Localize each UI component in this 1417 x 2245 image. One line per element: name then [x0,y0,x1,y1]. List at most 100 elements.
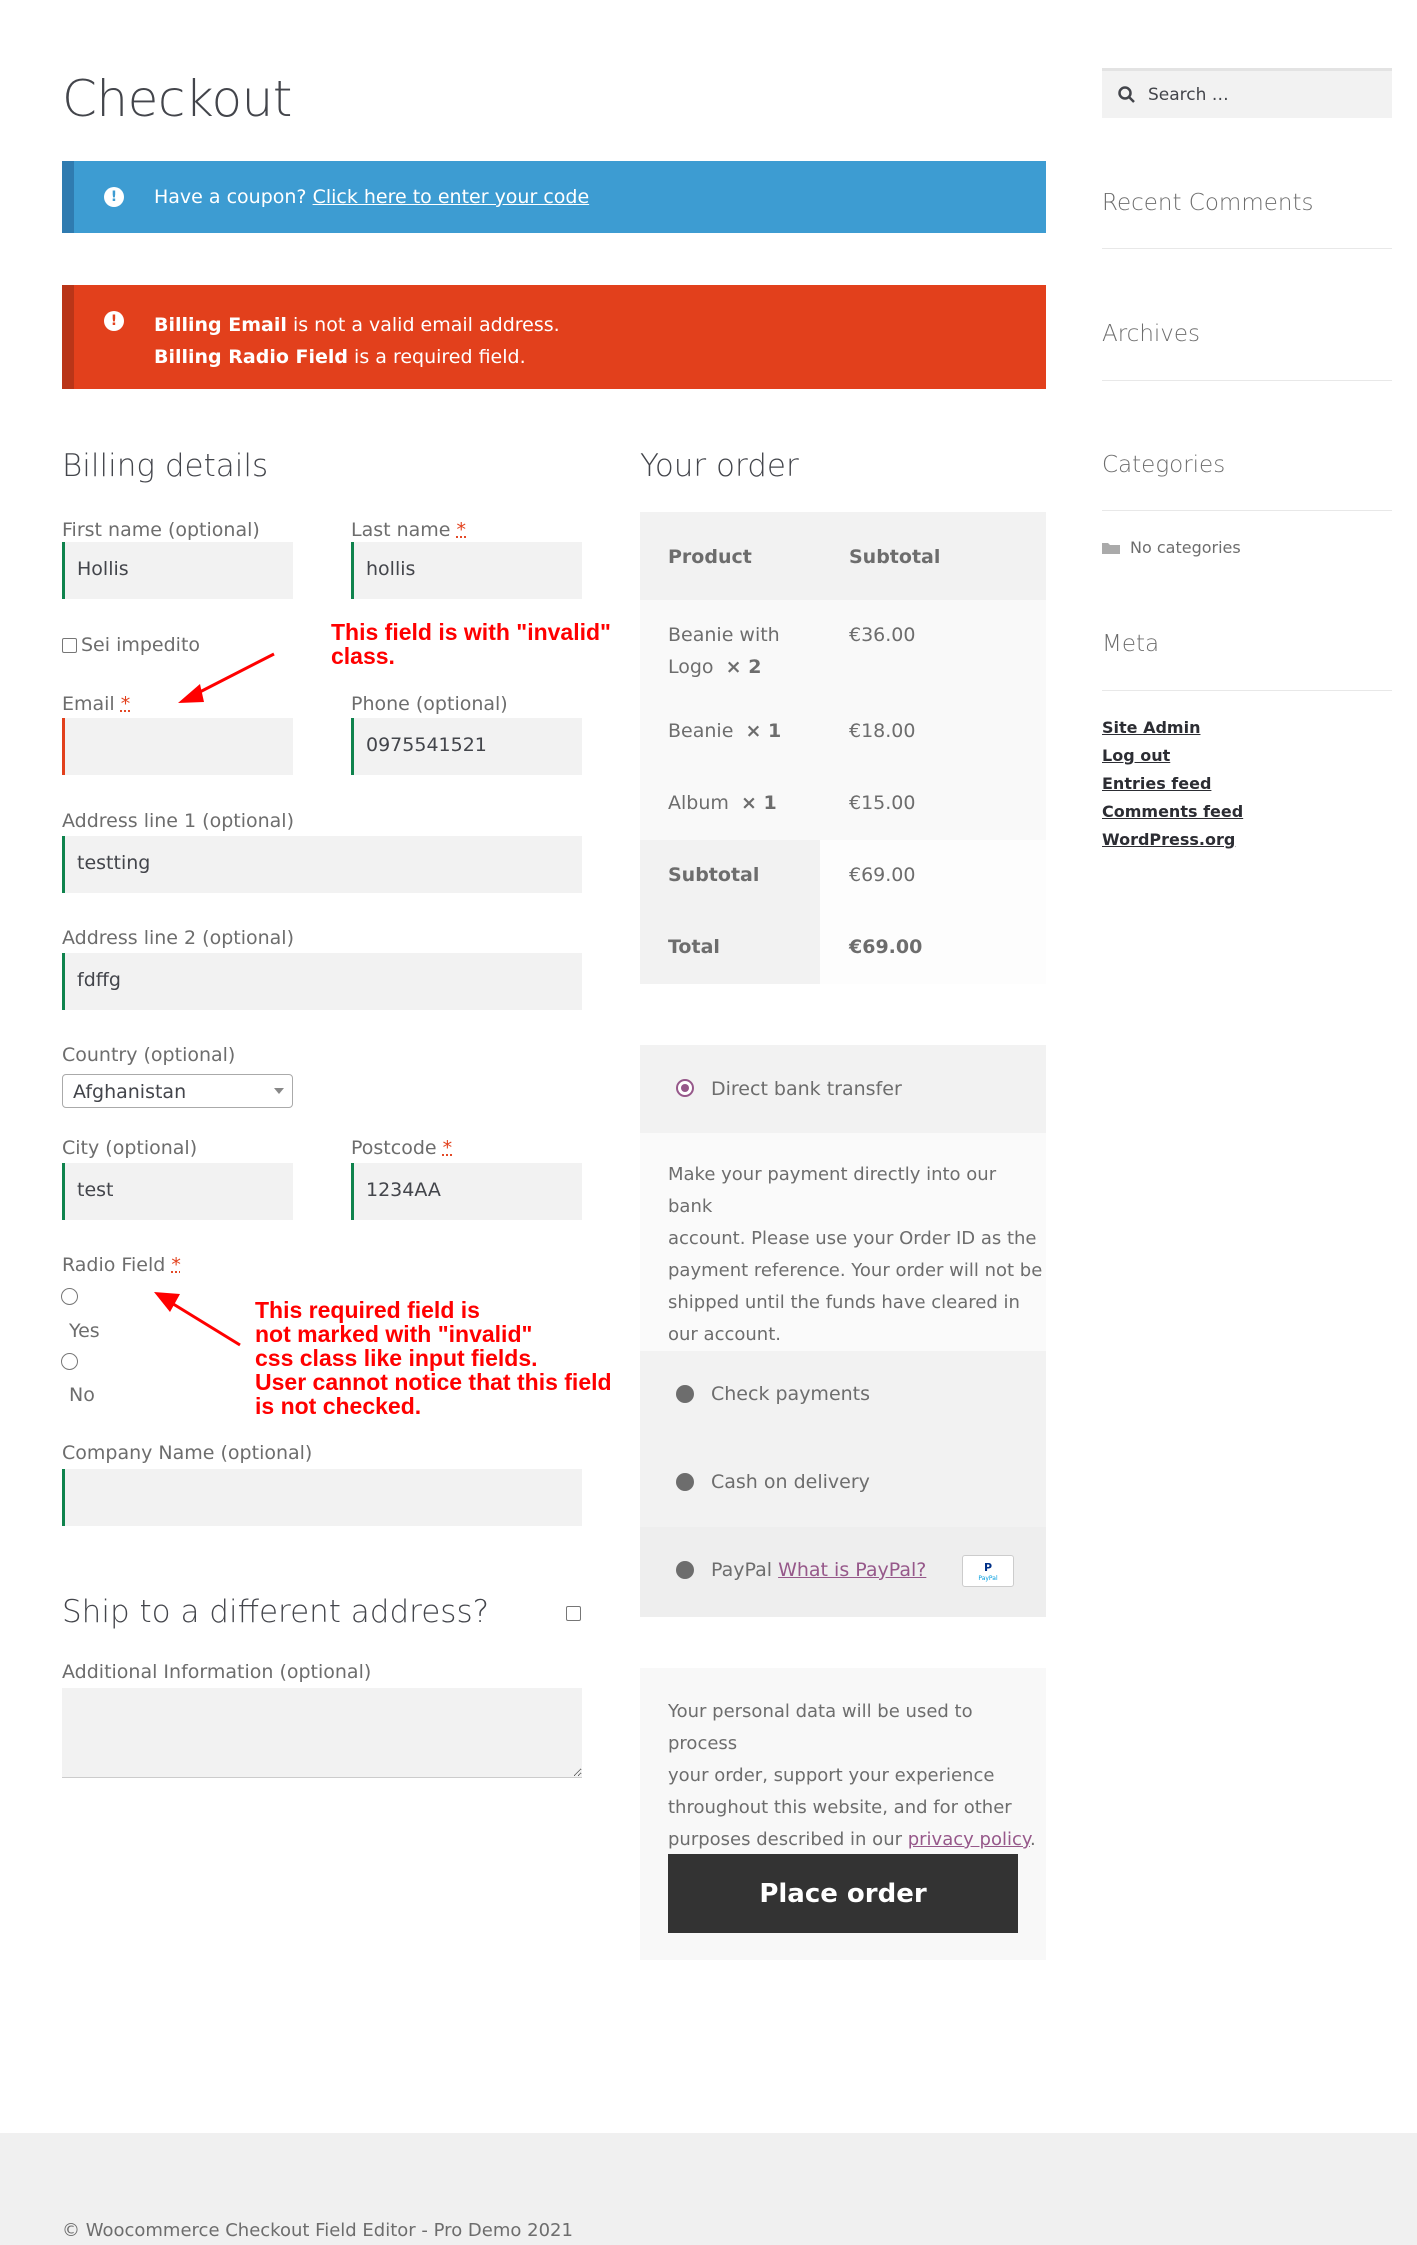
page-title: Checkout [62,70,292,128]
item-name-line2: Logo × 2 [668,656,762,678]
error-icon: ! [104,311,124,331]
ship-different-heading: Ship to a different address? [62,1594,490,1630]
meta-link-log-out[interactable]: Log out [1102,746,1170,765]
subtotal-value: €69.00 [849,864,916,886]
col-subtotal: Subtotal [849,546,941,568]
radio-selected-icon[interactable] [676,1079,694,1097]
total-label: Total [668,936,720,958]
divider [1102,690,1392,691]
address2-input[interactable]: fdffg [62,953,582,1010]
billing-heading: Billing details [62,448,269,484]
item-name: Album × 1 [668,792,777,814]
privacy-policy-link[interactable]: privacy policy [908,1829,1030,1850]
what-is-paypal-link[interactable]: What is PayPal? [778,1559,926,1581]
divider [1102,510,1392,511]
annotation-email: This field is with "invalid" class. [331,619,611,669]
place-order-box: Your personal data will be used to proce… [640,1668,1046,1960]
sei-impedito-checkbox[interactable] [62,637,77,653]
company-input[interactable] [62,1469,582,1526]
divider [1102,248,1392,249]
annotation-radio: This required field is not marked with "… [255,1297,612,1419]
ship-different-checkbox[interactable] [566,1606,581,1621]
no-categories-row: No categories [1102,538,1241,557]
order-item-row: Beanie with Logo × 2 €36.00 [640,600,1046,696]
categories-heading: Categories [1102,452,1226,478]
coupon-text: Have a coupon? [154,186,307,208]
no-categories-text: No categories [1130,538,1241,557]
payment-option-check[interactable]: Check payments [640,1351,1046,1439]
error-line-radio: Billing Radio Field is a required field. [154,346,526,368]
first-name-input[interactable]: Hollis [62,542,293,599]
svg-text:P: P [984,1561,992,1574]
error-notice: ! Billing Email is not a valid email add… [62,285,1046,389]
country-label: Country (optional) [62,1044,236,1066]
additional-info-label: Additional Information (optional) [62,1661,372,1683]
address1-label: Address line 1 (optional) [62,810,294,832]
payment-option-bank[interactable]: Direct bank transfer [640,1045,1046,1133]
phone-input[interactable]: 0975541521 [351,718,582,775]
order-header-row: Product Subtotal [640,512,1046,600]
coupon-link[interactable]: Click here to enter your code [313,186,590,208]
info-icon: ! [104,187,124,207]
address1-input[interactable]: testting [62,836,582,893]
paypal-logo-icon: P PayPal [962,1555,1014,1587]
privacy-text: Your personal data will be used to proce… [668,1701,1036,1850]
subtotal-label: Subtotal [668,864,760,886]
radio-no-label: No [69,1384,95,1406]
first-name-label: First name (optional) [62,519,260,541]
postcode-label: Postcode * [351,1137,453,1159]
last-name-input[interactable]: hollis [351,542,582,599]
order-heading: Your order [640,448,799,484]
city-input[interactable]: test [62,1163,293,1220]
footer-text: © Woocommerce Checkout Field Editor - Pr… [62,2220,573,2241]
item-price: €15.00 [849,792,916,814]
radio-icon[interactable] [676,1561,694,1579]
archives-heading: Archives [1102,321,1201,347]
meta-link-wordpress-org[interactable]: WordPress.org [1102,830,1235,849]
payment-option-cod[interactable]: Cash on delivery [640,1439,1046,1527]
meta-link-entries-feed[interactable]: Entries feed [1102,774,1211,793]
additional-info-textarea[interactable] [62,1688,582,1778]
postcode-input[interactable]: 1234AA [351,1163,582,1220]
search-input[interactable]: Search … [1102,68,1392,118]
city-label: City (optional) [62,1137,198,1159]
country-select[interactable]: Afghanistan [62,1074,293,1108]
col-product: Product [668,546,752,568]
paypal-label: PayPal What is PayPal? [711,1559,927,1581]
radio-yes-label: Yes [69,1320,100,1342]
meta-link-comments-feed[interactable]: Comments feed [1102,802,1243,821]
radio-no[interactable] [61,1353,78,1370]
search-icon [1118,86,1135,103]
radio-field-label: Radio Field * [62,1254,181,1276]
radio-icon[interactable] [676,1473,694,1491]
error-line-email: Billing Email is not a valid email addre… [154,314,560,336]
recent-comments-heading: Recent Comments [1102,190,1314,216]
check-payments-label: Check payments [711,1383,871,1405]
item-name: Beanie × 1 [668,720,782,742]
place-order-button[interactable]: Place order [668,1854,1018,1933]
folder-icon [1102,543,1120,554]
radio-yes[interactable] [61,1288,78,1305]
radio-icon[interactable] [676,1385,694,1403]
meta-heading: Meta [1102,631,1160,657]
annotation-arrow-radio [154,1292,241,1347]
svg-text:PayPal: PayPal [978,1575,998,1582]
order-table: Product Subtotal Beanie with Logo × 2 €3… [640,512,1046,992]
order-item-row: Beanie × 1 €18.00 [640,696,1046,768]
search-placeholder: Search … [1148,85,1229,105]
order-item-row: Album × 1 €15.00 [640,768,1046,840]
item-price: €18.00 [849,720,916,742]
email-input[interactable] [62,718,293,775]
payment-option-paypal[interactable]: PayPal What is PayPal? P PayPal [640,1527,1046,1617]
email-label: Email * [62,693,131,715]
last-name-label: Last name * [351,519,467,541]
total-value: €69.00 [849,936,923,958]
coupon-notice: ! Have a coupon? Click here to enter you… [62,161,1046,233]
phone-label: Phone (optional) [351,693,508,715]
divider [1102,380,1392,381]
bank-transfer-description: Make your payment directly into our bank… [640,1133,1046,1351]
meta-link-site-admin[interactable]: Site Admin [1102,718,1200,737]
item-name: Beanie with [668,624,780,646]
subtotal-row: Subtotal €69.00 [640,840,1046,912]
country-value: Afghanistan [73,1081,187,1103]
